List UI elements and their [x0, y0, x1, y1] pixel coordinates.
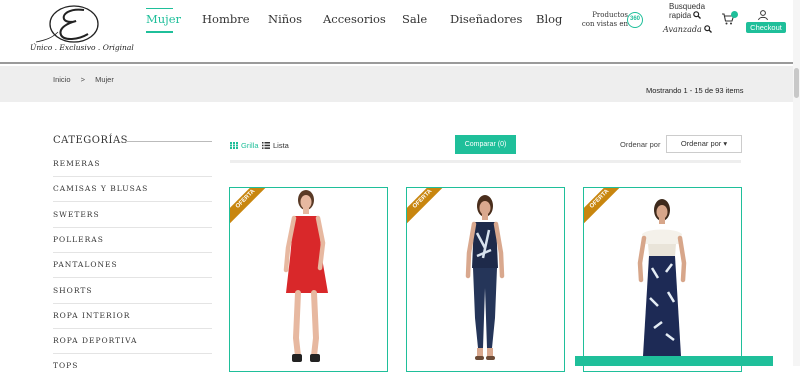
category-sweters[interactable]: SWETERS: [53, 210, 212, 219]
category-pantalones[interactable]: PANTALONES: [53, 260, 212, 269]
offer-badge: OFERTA: [584, 188, 624, 228]
offer-ribbon: OFERTA: [584, 188, 624, 228]
product-card[interactable]: OFERTA: [406, 187, 565, 372]
nav-item-sale[interactable]: Sale: [402, 12, 427, 26]
category-divider: [53, 201, 212, 202]
category-remeras[interactable]: REMERAS: [53, 159, 212, 168]
search-plus-icon: [704, 25, 713, 33]
category-divider: [53, 303, 212, 304]
list-view-toggle[interactable]: Lista: [262, 141, 289, 150]
category-camisas-y-blusas[interactable]: CAMISAS Y BLUSAS: [53, 184, 212, 193]
list-icon: [262, 142, 270, 149]
nav-item-hombre[interactable]: Hombre: [202, 12, 250, 26]
nav-item-blog[interactable]: Blog: [536, 12, 562, 26]
category-shorts[interactable]: SHORTS: [53, 286, 212, 295]
offer-badge: OFERTA: [230, 188, 270, 228]
product-card[interactable]: OFERTA: [583, 187, 742, 372]
categories-title-rule: [125, 141, 212, 142]
category-divider: [53, 353, 212, 354]
category-ropa-interior[interactable]: ROPA INTERIOR: [53, 311, 212, 320]
breadcrumb-home[interactable]: Inicio: [53, 75, 71, 84]
nav-item-disenadores[interactable]: Diseñadores: [450, 12, 522, 26]
compare-button[interactable]: Comparar (0): [455, 135, 516, 154]
breadcrumb-separator: >: [80, 75, 85, 84]
category-divider: [53, 328, 212, 329]
grid-icon: [230, 142, 238, 149]
cart-count-badge: [731, 11, 738, 18]
category-polleras[interactable]: POLLERAS: [53, 235, 212, 244]
quick-search-label-2: rapida: [669, 11, 692, 20]
site-header: Único . Exclusivo . Original Mujer Hombr…: [0, 0, 800, 64]
nav-item-mujer[interactable]: Mujer: [146, 12, 181, 26]
scrollbar[interactable]: [793, 0, 800, 366]
user-icon[interactable]: [757, 9, 769, 21]
category-divider: [53, 176, 212, 177]
category-divider: [53, 252, 212, 253]
product-card[interactable]: OFERTA: [229, 187, 388, 372]
toolbar-divider: [230, 160, 741, 163]
offer-ribbon: OFERTA: [407, 188, 447, 228]
search-icon: [693, 11, 702, 19]
quick-search-link[interactable]: rapida: [669, 11, 702, 20]
grid-view-toggle[interactable]: Grilla: [230, 141, 259, 150]
offer-ribbon: OFERTA: [230, 188, 270, 228]
nav-active-underline: [146, 31, 173, 33]
nav-item-accesorios[interactable]: Accesorios: [323, 12, 386, 26]
nav-active-overline: [146, 8, 173, 9]
advanced-search-label: Avanzada: [663, 25, 702, 34]
add-to-cart-bar[interactable]: [575, 356, 773, 366]
category-divider: [53, 227, 212, 228]
sort-dropdown[interactable]: Ordenar por ▾: [666, 135, 742, 153]
360-badge-icon[interactable]: 360: [627, 12, 643, 28]
breadcrumb-bar: Inicio > Mujer Mostrando 1 - 15 de 93 it…: [0, 66, 800, 102]
brand-tagline: Único . Exclusivo . Original: [30, 43, 134, 52]
scrollbar-thumb[interactable]: [794, 68, 799, 98]
sort-label: Ordenar por: [620, 140, 661, 149]
checkout-button[interactable]: Checkout: [746, 22, 786, 33]
list-label: Lista: [273, 141, 289, 150]
category-ropa-deportiva[interactable]: ROPA DEPORTIVA: [53, 336, 212, 345]
breadcrumb-current: Mujer: [95, 75, 114, 84]
quick-search-label[interactable]: Busqueda: [669, 3, 705, 11]
products-360-label[interactable]: Productos con vistas en: [580, 11, 628, 29]
results-count: Mostrando 1 - 15 de 93 items: [646, 86, 744, 95]
nav-item-ninos[interactable]: Niños: [268, 12, 302, 26]
breadcrumb: Inicio > Mujer: [53, 75, 122, 84]
grid-label: Grilla: [241, 141, 259, 150]
category-divider: [53, 277, 212, 278]
advanced-search-link[interactable]: Avanzada: [663, 25, 713, 34]
categories-title: CATEGORÍAS: [53, 135, 129, 146]
offer-badge: OFERTA: [407, 188, 447, 228]
